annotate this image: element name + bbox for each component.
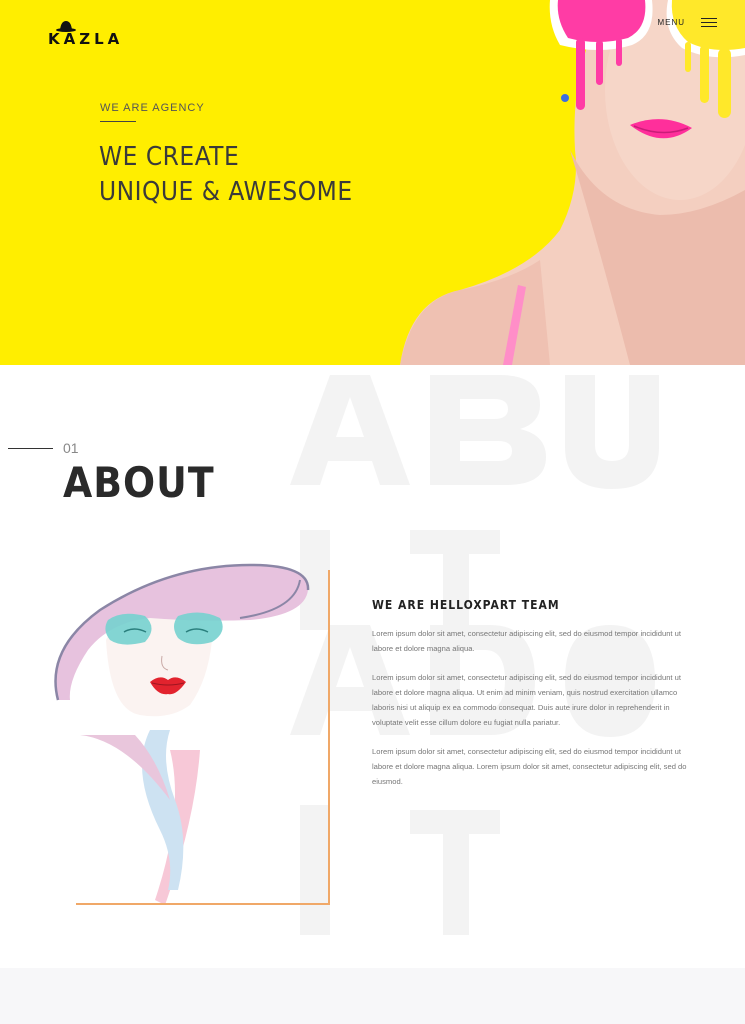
logo-text: KAZLA — [48, 30, 124, 48]
section-title: ABOUT — [63, 458, 215, 507]
section-number-dash — [8, 448, 53, 449]
logo[interactable]: KAZLA — [48, 20, 128, 50]
menu-label: MENU — [657, 18, 685, 27]
frame-accent-horizontal — [76, 903, 330, 905]
hamburger-icon — [701, 18, 717, 27]
hero-tagline-underline — [100, 121, 136, 122]
about-heading: WE ARE HELLOXPART TEAM — [372, 598, 560, 612]
about-paragraph-3: Lorem ipsum dolor sit amet, consectetur … — [372, 747, 687, 786]
hero-title: WE CREATE UNIQUE & AWESOME — [99, 140, 353, 210]
hero-tagline: WE ARE AGENCY — [100, 102, 205, 114]
frame-accent-vertical — [328, 570, 330, 905]
menu-button[interactable]: MENU — [657, 18, 717, 27]
about-content: WE ARE HELLOXPART TEAM Lorem ipsum dolor… — [372, 598, 692, 803]
about-paragraph-2: Lorem ipsum dolor sit amet, consectetur … — [372, 673, 681, 727]
hero-title-line-2: UNIQUE & AWESOME — [99, 177, 353, 207]
fashion-illustration — [54, 563, 310, 905]
next-section-band — [0, 968, 745, 1024]
hero-section: KAZLA MENU WE ARE AGENCY WE CREATE UNIQU… — [0, 0, 745, 365]
hero-title-line-1: WE CREATE — [99, 142, 240, 172]
about-paragraph-1: Lorem ipsum dolor sit amet, consectetur … — [372, 629, 681, 653]
hero-model-image — [400, 0, 745, 365]
section-number: 01 — [63, 440, 79, 456]
